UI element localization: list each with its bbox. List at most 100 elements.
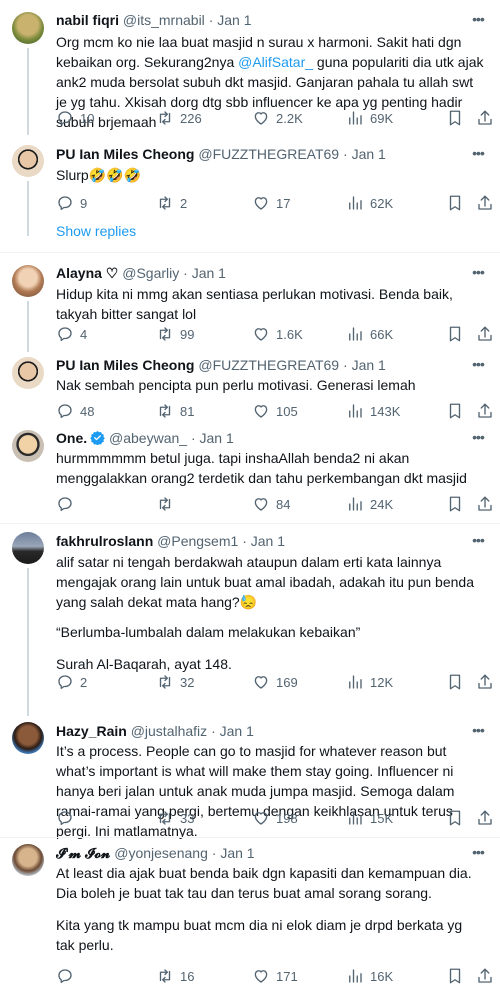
retweet-button[interactable]: 2 [156, 193, 187, 213]
avatar[interactable] [12, 12, 44, 44]
like-button[interactable]: 105 [252, 401, 298, 421]
bookmark-button[interactable] [446, 966, 464, 986]
share-button[interactable] [476, 672, 494, 692]
bookmark-button[interactable] [446, 193, 464, 213]
timestamp[interactable]: Jan 1 [251, 533, 285, 549]
tweet[interactable]: nabil fiqri @its_mrnabil · Jan 1 ••• Org… [0, 0, 500, 135]
views-button[interactable]: 143K [346, 401, 400, 421]
bookmark-button[interactable] [446, 808, 464, 828]
views-button[interactable]: 16K [346, 966, 393, 986]
tweet[interactable]: One. @abeywan_ · Jan 1 ••• hurmmmmmm bet… [0, 424, 500, 524]
views-button[interactable]: 66K [346, 324, 393, 344]
views-button[interactable]: 69K [346, 108, 393, 128]
views-button[interactable]: 12K [346, 672, 393, 692]
display-name[interactable]: PU Ian Miles Cheong [56, 357, 194, 373]
display-name[interactable]: fakhrulroslann [56, 533, 153, 549]
reply-button[interactable]: 10 [56, 108, 94, 128]
bookmark-icon [449, 968, 461, 984]
views-button[interactable]: 15K [346, 808, 393, 828]
display-name[interactable]: Alayna ♡ [56, 265, 118, 281]
retweet-button[interactable] [156, 494, 180, 514]
reply-icon [58, 811, 72, 826]
share-button[interactable] [476, 966, 494, 986]
retweet-button[interactable]: 81 [156, 401, 194, 421]
reply-button[interactable]: 4 [56, 324, 87, 344]
display-name[interactable]: PU Ian Miles Cheong [56, 146, 194, 162]
share-button[interactable] [476, 401, 494, 421]
like-button[interactable]: 84 [252, 494, 290, 514]
share-button[interactable] [476, 108, 494, 128]
views-button[interactable]: 24K [346, 494, 393, 514]
avatar[interactable] [12, 145, 44, 177]
reply-button[interactable]: 48 [56, 401, 94, 421]
user-handle[interactable]: @FUZZTHEGREAT69 [198, 357, 339, 373]
retweet-button[interactable]: 226 [156, 108, 202, 128]
avatar[interactable] [12, 844, 44, 876]
reply-button[interactable]: 9 [56, 193, 87, 213]
like-button[interactable]: 169 [252, 672, 298, 692]
timestamp[interactable]: Jan 1 [352, 146, 386, 162]
retweet-button[interactable]: 16 [156, 966, 194, 986]
reply-button[interactable]: 2 [56, 672, 87, 692]
user-handle[interactable]: @Sgarliy [122, 265, 179, 281]
more-icon[interactable]: ••• [468, 265, 488, 285]
user-handle[interactable]: @abeywan_ [109, 430, 187, 446]
more-icon[interactable]: ••• [468, 357, 488, 377]
reply-button[interactable] [56, 808, 80, 828]
like-button[interactable]: 1.6K [252, 324, 303, 344]
avatar[interactable] [12, 722, 44, 754]
bookmark-button[interactable] [446, 672, 464, 692]
share-button[interactable] [476, 193, 494, 213]
timestamp[interactable]: Jan 1 [200, 430, 234, 446]
share-button[interactable] [476, 494, 494, 514]
timestamp[interactable]: Jan 1 [217, 12, 251, 28]
more-icon[interactable]: ••• [468, 430, 488, 450]
more-icon[interactable]: ••• [468, 146, 488, 166]
mention-link[interactable]: @AlifSatar_ [238, 54, 313, 70]
tweet[interactable]: PU Ian Miles Cheong @FUZZTHEGREAT69 · Ja… [0, 352, 500, 424]
avatar[interactable] [12, 430, 44, 462]
bookmark-button[interactable] [446, 494, 464, 514]
avatar[interactable] [12, 265, 44, 297]
timestamp[interactable]: Jan 1 [220, 723, 254, 739]
tweet[interactable]: Hazy_Rain @justalhafiz · Jan 1 ••• It’s … [0, 716, 500, 839]
timestamp[interactable]: Jan 1 [192, 265, 226, 281]
tweet[interactable]: PU Ian Miles Cheong @FUZZTHEGREAT69 · Ja… [0, 135, 500, 253]
like-button[interactable]: 171 [252, 966, 298, 986]
tweet[interactable]: Alayna ♡ @Sgarliy · Jan 1 ••• Hidup kita… [0, 253, 500, 352]
share-button[interactable] [476, 808, 494, 828]
user-handle[interactable]: @FUZZTHEGREAT69 [198, 146, 339, 162]
display-name[interactable]: Hazy_Rain [56, 723, 127, 739]
display-name[interactable]: One. [56, 430, 87, 446]
like-button[interactable]: 17 [252, 193, 290, 213]
like-button[interactable]: 2.2K [252, 108, 303, 128]
retweet-button[interactable]: 33 [156, 808, 194, 828]
avatar[interactable] [12, 357, 44, 389]
views-button[interactable]: 62K [346, 193, 393, 213]
bookmark-button[interactable] [446, 401, 464, 421]
timestamp[interactable]: Jan 1 [352, 357, 386, 373]
avatar[interactable] [12, 532, 44, 564]
reply-button[interactable] [56, 966, 80, 986]
tweet[interactable]: 𝓘'𝓶 𝓘𝓸𝓷 @yonjesenang · Jan 1 ••• At leas… [0, 838, 500, 998]
user-handle[interactable]: @its_mrnabil [123, 12, 205, 28]
timestamp[interactable]: Jan 1 [220, 845, 254, 861]
user-handle[interactable]: @Pengsem1 [157, 533, 238, 549]
tweet[interactable]: fakhrulroslann @Pengsem1 · Jan 1 ••• ali… [0, 524, 500, 716]
reply-button[interactable] [56, 494, 80, 514]
show-replies-link[interactable]: Show replies [56, 223, 136, 239]
share-button[interactable] [476, 324, 494, 344]
user-handle[interactable]: @yonjesenang [114, 845, 208, 861]
more-icon[interactable]: ••• [468, 12, 488, 32]
display-name[interactable]: 𝓘'𝓶 𝓘𝓸𝓷 [56, 845, 110, 861]
display-name[interactable]: nabil fiqri [56, 12, 119, 28]
user-handle[interactable]: @justalhafiz [131, 723, 207, 739]
bookmark-button[interactable] [446, 108, 464, 128]
retweet-button[interactable]: 99 [156, 324, 194, 344]
retweet-button[interactable]: 32 [156, 672, 194, 692]
more-icon[interactable]: ••• [468, 723, 488, 743]
more-icon[interactable]: ••• [468, 845, 488, 865]
more-icon[interactable]: ••• [468, 533, 488, 553]
bookmark-button[interactable] [446, 324, 464, 344]
like-button[interactable]: 198 [252, 808, 298, 828]
